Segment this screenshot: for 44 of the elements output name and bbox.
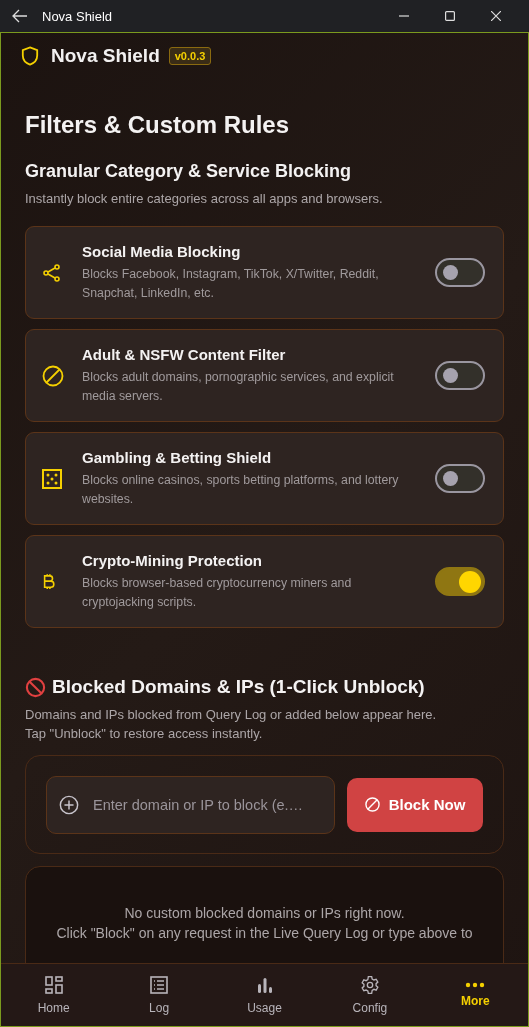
category-description: Blocks online casinos, sports betting platforms, and lottery websites. [82, 471, 400, 508]
prohibited-icon [25, 676, 46, 698]
nav-item[interactable]: Log [106, 964, 212, 1026]
share-icon [42, 262, 62, 283]
settings-icon [359, 975, 380, 995]
category-title: Gambling & Betting Shield [82, 448, 273, 466]
block-icon [364, 797, 380, 812]
nav-item[interactable]: Home [1, 964, 107, 1026]
section-description: Domains and IPs blocked from Query Log or added below appear here. Tap "Unblock" to restore access instantly. [25, 706, 438, 743]
bitcoin-icon [42, 572, 56, 591]
category-description: Blocks browser-based cryptocurrency miners and cryptojacking scripts. [82, 574, 353, 611]
category-description: Blocks Facebook, Instagram, TikTok, X/Twitter, Reddit, Snapchat, LinkedIn, etc. [82, 265, 380, 302]
category-title: Social Media Blocking [82, 242, 242, 260]
category-description: Blocks adult domains, pornographic services, and explicit media servers. [82, 368, 395, 405]
close-icon[interactable] [491, 11, 501, 21]
window-title: Nova Shield [42, 8, 113, 24]
nav-item[interactable]: More [422, 964, 529, 1026]
maximize-icon[interactable] [445, 11, 455, 21]
empty-message: No custom blocked domains or IPs right now. [123, 904, 406, 923]
block-now-button[interactable]: Block Now [347, 777, 483, 832]
section-heading: Granular Category & Service Blocking [25, 161, 353, 182]
section-heading: Blocked Domains & IPs (1-Click Unblock) [52, 676, 425, 698]
toggle-switch[interactable] [435, 464, 485, 493]
page-title: Filters & Custom Rules [25, 111, 291, 139]
dice-icon [42, 468, 62, 489]
back-icon[interactable] [12, 9, 28, 23]
nav-item[interactable]: Usage [211, 964, 318, 1026]
list-icon [149, 975, 170, 995]
toggle-switch[interactable] [435, 567, 485, 596]
prohibited-icon [42, 364, 64, 387]
nav-item[interactable]: Config [317, 964, 423, 1026]
add-icon [59, 794, 79, 815]
category-title: Adult & NSFW Content Filter [82, 345, 287, 363]
category-title: Crypto-Mining Protection [82, 551, 263, 569]
section-description: Instantly block entire categories across all apps and browsers. [25, 190, 384, 208]
dashboard-icon [43, 975, 64, 995]
domain-input-field[interactable]: Enter domain or IP to block (e.… [91, 795, 322, 814]
shield-icon [21, 46, 39, 66]
empty-message: Click "Block" on any request in the Live Query Log or type above to [55, 924, 474, 943]
version-badge: v0.0.3 [168, 47, 212, 65]
more-icon [465, 982, 486, 988]
app-name: Nova Shield [51, 45, 160, 67]
toggle-switch[interactable] [435, 258, 485, 287]
toggle-switch[interactable] [435, 361, 485, 390]
